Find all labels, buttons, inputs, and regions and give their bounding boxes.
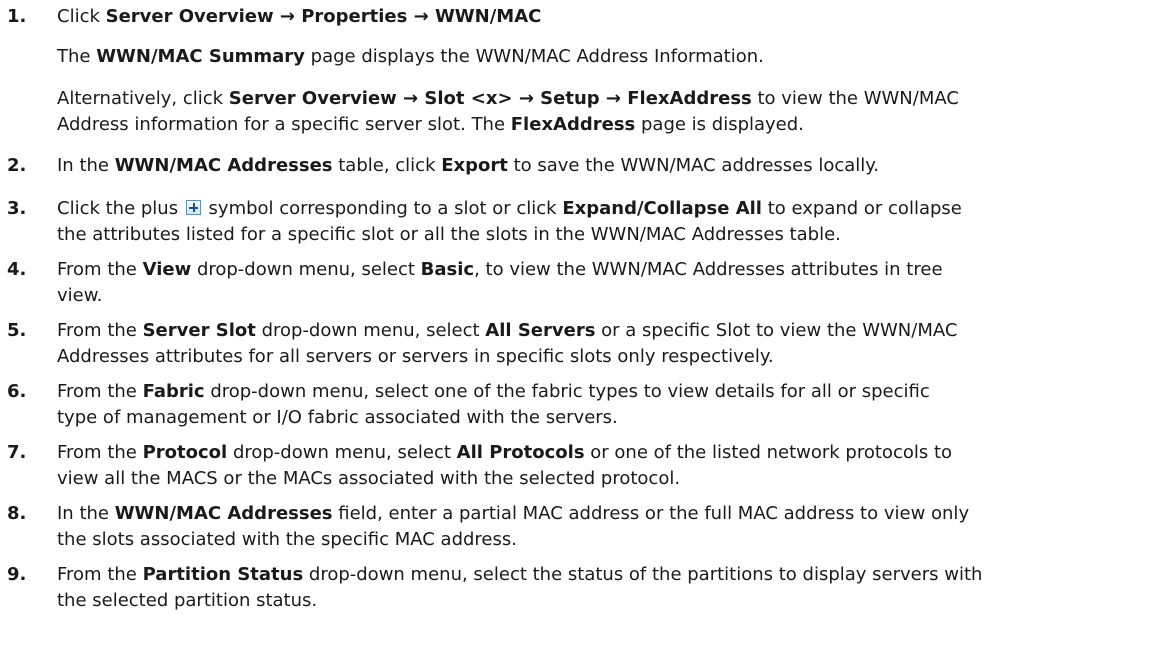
step-text: From the Protocol drop-down menu, select… bbox=[57, 440, 1147, 492]
text-run: table, click bbox=[332, 155, 442, 176]
ui-term: All Servers bbox=[485, 320, 596, 341]
text-run: Click the plus bbox=[57, 198, 184, 219]
plus-icon bbox=[185, 200, 201, 215]
text-run: view. bbox=[57, 285, 103, 306]
step-number: 6. bbox=[7, 381, 27, 402]
ui-term: WWN/MAC Addresses bbox=[114, 503, 333, 524]
text-run: or one of the listed network protocols t… bbox=[584, 442, 953, 463]
ui-term: Fabric bbox=[142, 381, 205, 402]
step-text: Click Server Overview → Properties → WWN… bbox=[57, 4, 1147, 30]
text-run: view all the MACS or the MACs associated… bbox=[57, 468, 681, 489]
ui-term: Protocol bbox=[142, 442, 228, 463]
text-run: page displays the WWN/MAC Address Inform… bbox=[304, 46, 764, 67]
step-text: In the WWN/MAC Addresses table, click Ex… bbox=[57, 153, 1147, 179]
step-number: 2. bbox=[7, 155, 27, 176]
instruction-list: 1. Click Server Overview → Properties → … bbox=[0, 0, 1162, 649]
step-text: From the Fabric drop-down menu, select o… bbox=[57, 379, 1147, 431]
ui-term: Basic bbox=[420, 259, 475, 280]
step-number: 1. bbox=[7, 6, 27, 27]
text-run: page is displayed. bbox=[635, 114, 804, 135]
step-text: From the View drop-down menu, select Bas… bbox=[57, 257, 1147, 309]
text-run: In the bbox=[57, 503, 115, 524]
step-text: In the WWN/MAC Addresses field, enter a … bbox=[57, 501, 1147, 553]
step-text: From the Partition Status drop-down menu… bbox=[57, 562, 1147, 614]
text-run: From the bbox=[57, 381, 143, 402]
ui-term: View bbox=[142, 259, 192, 280]
ui-term: All Protocols bbox=[456, 442, 585, 463]
ui-term: WWN/MAC Addresses bbox=[114, 155, 333, 176]
step-number: 4. bbox=[7, 259, 27, 280]
step-text: From the Server Slot drop-down menu, sel… bbox=[57, 318, 1147, 370]
text-run: Click bbox=[57, 6, 106, 27]
text-run: the attributes listed for a specific slo… bbox=[57, 224, 841, 245]
step-number: 8. bbox=[7, 503, 27, 524]
text-run: From the bbox=[57, 442, 143, 463]
text-run: type of management or I/O fabric associa… bbox=[57, 407, 618, 428]
text-run: to expand or collapse bbox=[761, 198, 962, 219]
text-run: field, enter a partial MAC address or th… bbox=[332, 503, 970, 524]
ui-term: WWN/MAC Summary bbox=[96, 46, 305, 67]
step-text: The WWN/MAC Summary page displays the WW… bbox=[57, 44, 1147, 70]
ui-term: Expand/Collapse All bbox=[562, 198, 762, 219]
text-run: or a specific Slot to view the WWN/MAC bbox=[595, 320, 958, 341]
ui-term: Server Overview → Properties → WWN/MAC bbox=[105, 6, 542, 27]
text-run: drop-down menu, select bbox=[227, 442, 457, 463]
step-number: 9. bbox=[7, 564, 27, 585]
step-text: Click the plus symbol corresponding to a… bbox=[57, 196, 1147, 248]
ui-term: Partition Status bbox=[142, 564, 304, 585]
text-run: From the bbox=[57, 564, 143, 585]
step-number: 5. bbox=[7, 320, 27, 341]
ui-term: Server Slot bbox=[142, 320, 256, 341]
text-run: drop-down menu, select the status of the… bbox=[303, 564, 983, 585]
text-run: to save the WWN/MAC addresses locally. bbox=[507, 155, 880, 176]
text-run: From the bbox=[57, 259, 143, 280]
text-run: drop-down menu, select bbox=[255, 320, 486, 341]
text-run: , to view the WWN/MAC Addresses attribut… bbox=[474, 259, 943, 280]
text-run: The bbox=[57, 46, 97, 67]
step-number: 3. bbox=[7, 198, 27, 219]
text-run: drop-down menu, select one of the fabric… bbox=[204, 381, 930, 402]
text-run: drop-down menu, select bbox=[191, 259, 421, 280]
text-run: Address information for a specific serve… bbox=[57, 114, 511, 135]
step-number: 7. bbox=[7, 442, 27, 463]
ui-term: Server Overview → Slot <x> → Setup → Fle… bbox=[228, 88, 752, 109]
text-run: the slots associated with the specific M… bbox=[57, 529, 517, 550]
text-run: From the bbox=[57, 320, 143, 341]
ui-term: Export bbox=[441, 155, 508, 176]
text-run: to view the WWN/MAC bbox=[751, 88, 959, 109]
text-run: symbol corresponding to a slot or click bbox=[202, 198, 563, 219]
ui-term: FlexAddress bbox=[510, 114, 636, 135]
step-text: Alternatively, click Server Overview → S… bbox=[57, 86, 1147, 138]
text-run: the selected partition status. bbox=[57, 590, 318, 611]
text-run: Alternatively, click bbox=[57, 88, 229, 109]
text-run: Addresses attributes for all servers or … bbox=[57, 346, 774, 367]
text-run: In the bbox=[57, 155, 115, 176]
